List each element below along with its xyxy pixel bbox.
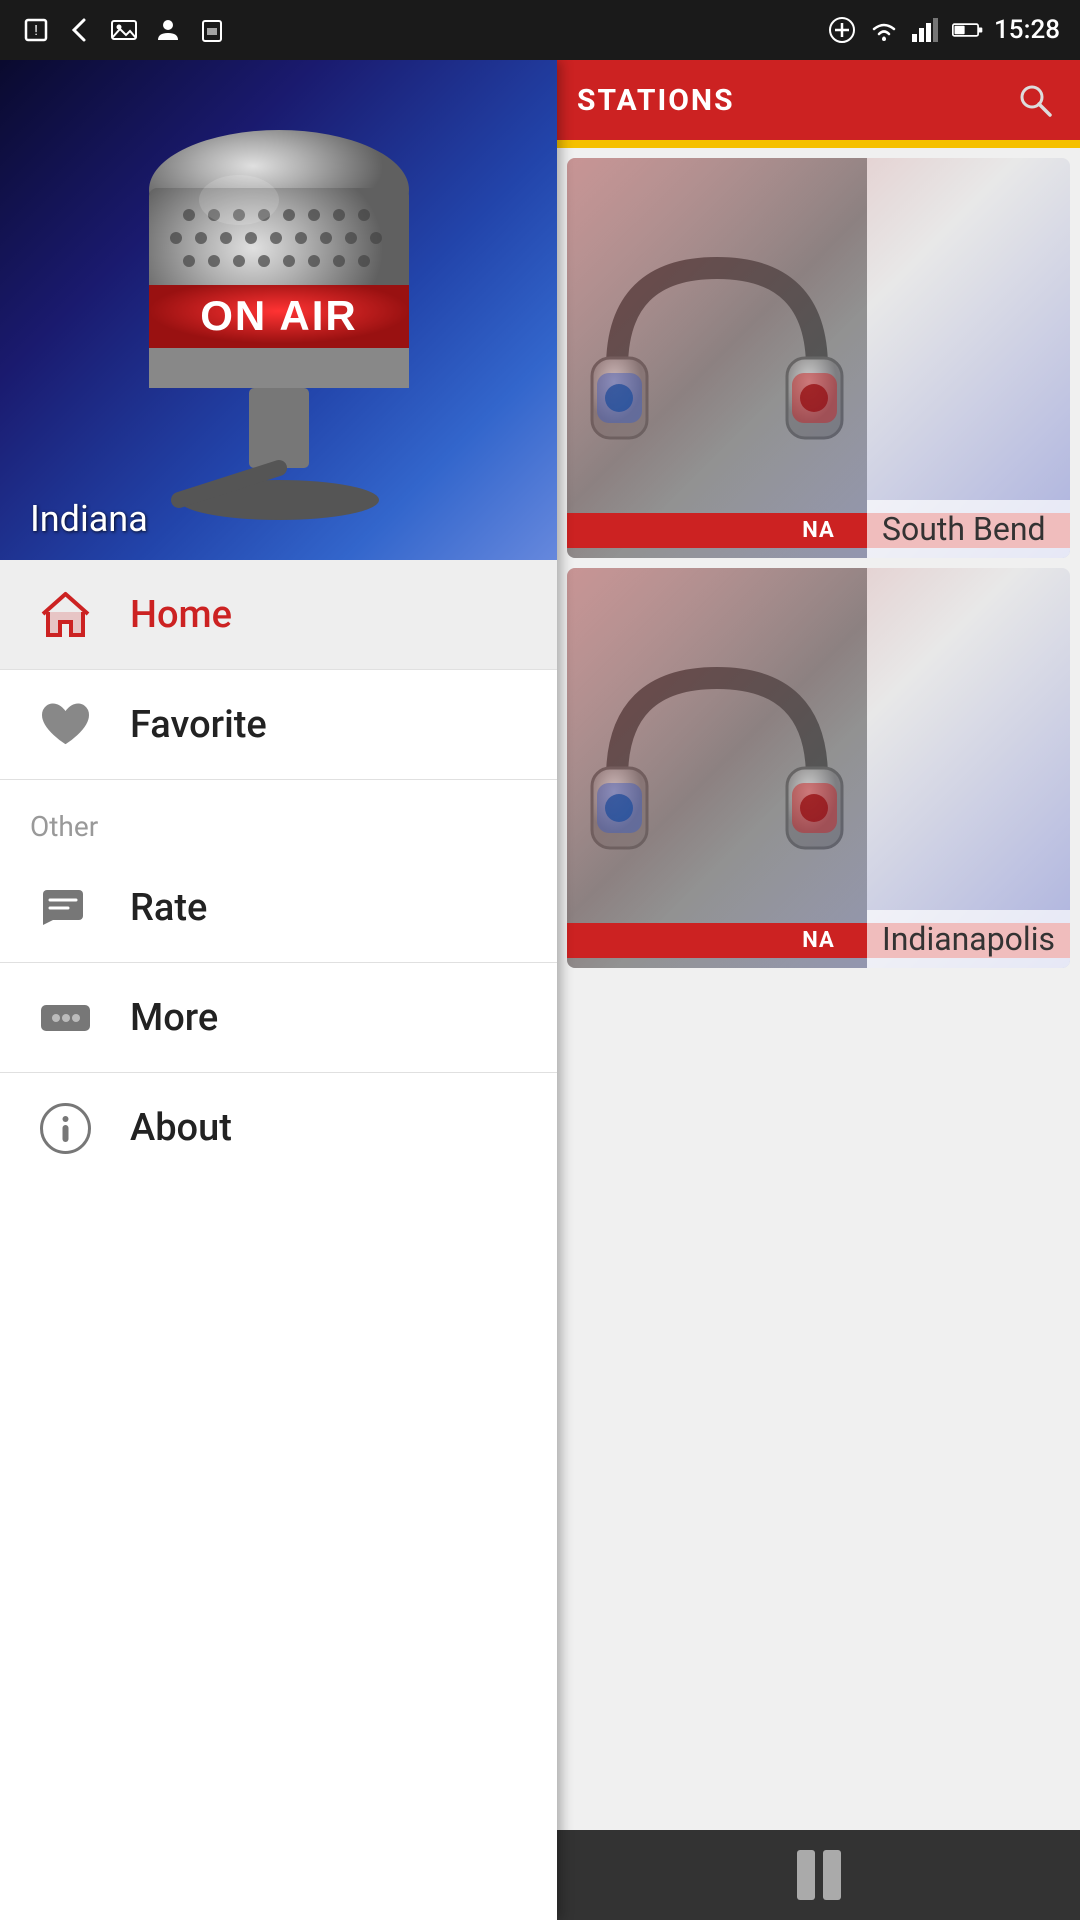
nav-item-rate[interactable]: Rate	[0, 853, 557, 963]
station-card-2[interactable]: NA Indianapolis	[567, 568, 1070, 968]
battery-icon	[952, 14, 984, 46]
other-section-header: Other	[0, 780, 557, 853]
signal-icon	[910, 14, 942, 46]
station-name-1: South Bend	[867, 500, 1070, 558]
search-button[interactable]	[1010, 75, 1060, 125]
svg-text:!: !	[34, 23, 38, 39]
nav-section: Home Favorite Other	[0, 560, 557, 1920]
wifi-icon	[868, 14, 900, 46]
station-name-2: Indianapolis	[867, 910, 1070, 968]
right-header: STATIONS	[557, 60, 1080, 140]
time-display: 15:28	[994, 15, 1060, 45]
rate-label: Rate	[130, 886, 207, 930]
more-label: More	[130, 996, 218, 1040]
accent-bar	[557, 140, 1080, 148]
rate-icon	[30, 873, 100, 943]
drawer: ON AIR Indiana	[0, 60, 557, 1920]
mic-container: ON AIR	[0, 60, 557, 560]
home-label: Home	[130, 593, 232, 637]
svg-text:ON AIR: ON AIR	[200, 292, 357, 339]
right-panel-title: STATIONS	[577, 83, 735, 118]
more-icon	[30, 983, 100, 1053]
favorite-label: Favorite	[130, 703, 267, 747]
image-icon	[108, 14, 140, 46]
location-label: Indiana	[30, 498, 148, 540]
nav-item-more[interactable]: More	[0, 963, 557, 1073]
app-container: ON AIR Indiana	[0, 60, 1080, 1920]
status-bar: !	[0, 0, 1080, 60]
microphone-svg: ON AIR	[19, 70, 539, 550]
home-icon	[30, 580, 100, 650]
stations-list: NA South Bend	[557, 148, 1080, 1830]
add-icon	[826, 14, 858, 46]
nav-item-home[interactable]: Home	[0, 560, 557, 670]
status-bar-right: 15:28	[826, 14, 1060, 46]
notification-icon: !	[20, 14, 52, 46]
sim-icon	[196, 14, 228, 46]
station-card-1[interactable]: NA South Bend	[567, 158, 1070, 558]
nav-item-favorite[interactable]: Favorite	[0, 670, 557, 780]
pause-bar-right	[823, 1850, 841, 1900]
status-bar-left: !	[20, 14, 228, 46]
player-bar	[557, 1830, 1080, 1920]
about-label: About	[130, 1106, 232, 1150]
nav-item-about[interactable]: About	[0, 1073, 557, 1183]
info-icon	[30, 1093, 100, 1163]
hero-image: ON AIR Indiana	[0, 60, 557, 560]
right-panel: STATIONS	[557, 60, 1080, 1920]
back-icon[interactable]	[64, 14, 96, 46]
heart-icon	[30, 690, 100, 760]
person-icon	[152, 14, 184, 46]
pause-button[interactable]	[797, 1850, 841, 1900]
pause-bar-left	[797, 1850, 815, 1900]
